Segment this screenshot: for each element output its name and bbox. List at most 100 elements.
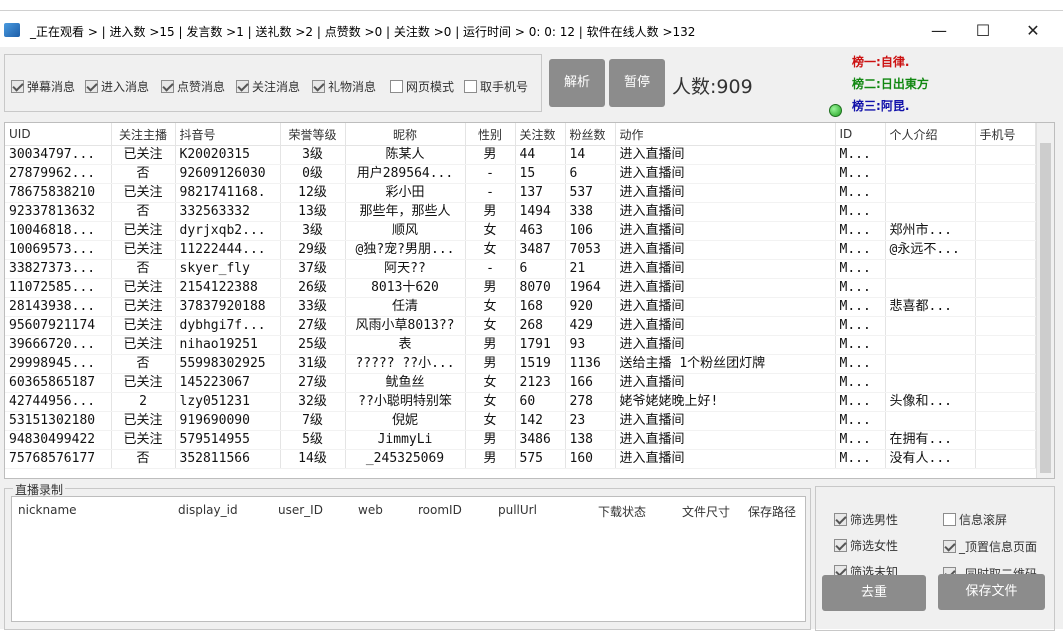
- col-header[interactable]: 手机号: [975, 123, 1036, 146]
- table-cell: [975, 373, 1036, 393]
- table-cell: 1791: [515, 335, 566, 355]
- rec-col-header[interactable]: user_ID: [278, 503, 323, 517]
- web-mode-checkbox[interactable]: 网页模式: [390, 78, 454, 94]
- rec-col-header[interactable]: nickname: [18, 503, 77, 517]
- table-row[interactable]: 10046818... 已关注 dyrjxqb2... 3级 顺风女 463 106 进入直播…: [5, 221, 1036, 241]
- rec-col-header[interactable]: roomID: [418, 503, 462, 517]
- col-header[interactable]: ID: [835, 123, 886, 146]
- pin-info-page-checkbox[interactable]: _顶置信息页面: [943, 538, 1037, 554]
- checkbox-box[interactable]: [85, 79, 98, 93]
- col-header[interactable]: 粉丝数: [565, 123, 616, 146]
- checkbox-box[interactable]: [943, 512, 956, 526]
- col-header[interactable]: 昵称: [345, 123, 466, 146]
- parse-button[interactable]: 解析: [549, 59, 605, 107]
- background-window-strip: [0, 0, 1063, 10]
- checkbox-box[interactable]: [943, 539, 956, 553]
- table-cell: M...: [835, 392, 886, 412]
- filter-like-checkbox[interactable]: 点赞消息: [161, 78, 225, 94]
- table-row[interactable]: 29998945... 否 55998302925 31级????? ??小... 男 1…: [5, 354, 1036, 374]
- table-row[interactable]: 10069573... 已关注 11222444... 29级 @独?宠?男朋... 女 3…: [5, 240, 1036, 260]
- rec-col-header[interactable]: 文件尺寸: [682, 503, 730, 520]
- save-file-button[interactable]: 保存文件: [938, 574, 1045, 610]
- minimize-button[interactable]: —: [924, 21, 954, 43]
- title-bar[interactable]: _正在观看 > | 进入数 >15 | 发言数 >1 | 送礼数 >2 | 点赞…: [0, 11, 1063, 47]
- table-row[interactable]: 95607921174 已关注 dybhgi7f... 27级 风雨小草8013?? 女 2…: [5, 316, 1036, 336]
- dedupe-button[interactable]: 去重: [822, 575, 926, 611]
- table-row[interactable]: 39666720... 已关注 nihao19251 25级表男 1791 93 进入直播间…: [5, 335, 1036, 355]
- table-cell: M...: [835, 240, 886, 260]
- filter-male-checkbox[interactable]: 筛选男性: [834, 511, 898, 527]
- table-cell: 否: [111, 202, 176, 222]
- table-cell: nihao19251: [175, 335, 281, 355]
- table-cell: 进入直播间: [615, 335, 836, 355]
- table-cell: 进入直播间: [615, 430, 836, 450]
- checkbox-box[interactable]: [390, 79, 403, 93]
- checkbox-box[interactable]: [464, 79, 477, 93]
- rec-col-header[interactable]: 下载状态: [598, 503, 646, 520]
- rec-col-header[interactable]: display_id: [178, 503, 238, 517]
- table-cell: 166: [565, 373, 616, 393]
- table-row[interactable]: 33827373... 否 skyer_fly 37级 阿天?? -6 21 进入直播间 M..…: [5, 259, 1036, 279]
- table-cell: M...: [835, 297, 886, 317]
- grid-scrollbar[interactable]: [1036, 123, 1054, 478]
- rec-col-header[interactable]: pullUrl: [498, 503, 537, 517]
- get-phone-checkbox[interactable]: 取手机号: [464, 78, 528, 94]
- table-cell: M...: [835, 335, 886, 355]
- col-header[interactable]: 抖音号: [175, 123, 281, 146]
- recording-group: 直播录制 nickname display_id user_ID web roo…: [4, 481, 811, 630]
- filter-label: 取手机号: [480, 79, 529, 94]
- filter-gift-checkbox[interactable]: 礼物消息: [312, 78, 376, 94]
- table-cell: 27级: [280, 316, 346, 336]
- table-row[interactable]: 94830499422 已关注 579514955 5级 JimmyLi 男 3486 138…: [5, 430, 1036, 450]
- col-header[interactable]: 关注数: [515, 123, 566, 146]
- table-row[interactable]: 92337813632 否 332563332 13级 那些年，那些人男 1494 338 进…: [5, 202, 1036, 222]
- table-cell: 13级: [280, 202, 346, 222]
- filter-barrage-checkbox[interactable]: 弹幕消息: [11, 78, 75, 94]
- rec-col-header[interactable]: web: [358, 503, 383, 517]
- col-header[interactable]: 荣誉等级: [280, 123, 346, 146]
- checkbox-box[interactable]: [834, 538, 847, 552]
- table-row[interactable]: 30034797... 已关注 K20020315 3级 陈某人男 44 14 进入直播间 M.…: [5, 145, 1036, 165]
- filter-follow-checkbox[interactable]: 关注消息: [236, 78, 300, 94]
- col-header[interactable]: 关注主播: [111, 123, 176, 146]
- col-header[interactable]: 性别: [465, 123, 516, 146]
- filter-female-checkbox[interactable]: 筛选女性: [834, 537, 898, 553]
- table-cell: 否: [111, 354, 176, 374]
- pause-button[interactable]: 暂停: [609, 59, 665, 107]
- checkbox-box[interactable]: [312, 79, 325, 93]
- table-row[interactable]: 42744956... 2 lzy051231 32级 ??小聪明特别笨女 60 278 姥爷…: [5, 392, 1036, 412]
- table-cell: [885, 145, 976, 165]
- close-button[interactable]: ✕: [1018, 21, 1048, 43]
- table-row[interactable]: 75768576177 否 352811566 14级 _245325069 男 575 16…: [5, 449, 1036, 469]
- col-header[interactable]: UID: [5, 123, 112, 146]
- table-cell: 8070: [515, 278, 566, 298]
- table-row[interactable]: 60365865187 已关注 145223067 27级 鱿鱼丝女 2123 166 进入直…: [5, 373, 1036, 393]
- checkbox-box[interactable]: [834, 512, 847, 526]
- table-cell: K20020315: [175, 145, 281, 165]
- table-cell: 已关注: [111, 316, 176, 336]
- filter-enter-checkbox[interactable]: 进入消息: [85, 78, 149, 94]
- maximize-button[interactable]: ☐: [968, 21, 998, 43]
- checkbox-box[interactable]: [236, 79, 249, 93]
- table-cell: ??小聪明特别笨: [345, 392, 466, 412]
- checkbox-box[interactable]: [161, 79, 174, 93]
- table-row[interactable]: 78675838210 已关注 9821741168. 12级 彩小田 -137 537 进入…: [5, 183, 1036, 203]
- table-row[interactable]: 27879962... 否 92609126030 0级 用户289564... -15 6…: [5, 164, 1036, 184]
- scroll-thumb[interactable]: [1040, 143, 1051, 473]
- col-header[interactable]: 动作: [615, 123, 836, 146]
- table-row[interactable]: 28143938... 已关注 37837920188 33级 任清女 168 920 进入直…: [5, 297, 1036, 317]
- table-row[interactable]: 11072585... 已关注 2154122388 26级 8013十620 男 8070…: [5, 278, 1036, 298]
- table-cell: 没有人...: [885, 449, 976, 469]
- table-row[interactable]: 53151302180 已关注 919690090 7级 倪妮女 142 23 进入直播间 M.…: [5, 411, 1036, 431]
- user-message-grid[interactable]: UID 关注主播 抖音号 荣誉等级 昵称 性别 关注数 粉丝数 动作 ID 个人…: [4, 122, 1055, 479]
- table-cell: 42744956...: [5, 392, 112, 412]
- table-cell: 风雨小草8013??: [345, 316, 466, 336]
- table-cell: [975, 297, 1036, 317]
- recording-list[interactable]: nickname display_id user_ID web roomID p…: [11, 496, 806, 622]
- checkbox-box[interactable]: [11, 79, 24, 93]
- table-cell: 已关注: [111, 411, 176, 431]
- col-header[interactable]: 个人介绍: [885, 123, 976, 146]
- rec-col-header[interactable]: 保存路径: [748, 503, 796, 520]
- info-scroll-checkbox[interactable]: 信息滚屏: [943, 511, 1007, 527]
- app-icon: [4, 23, 20, 37]
